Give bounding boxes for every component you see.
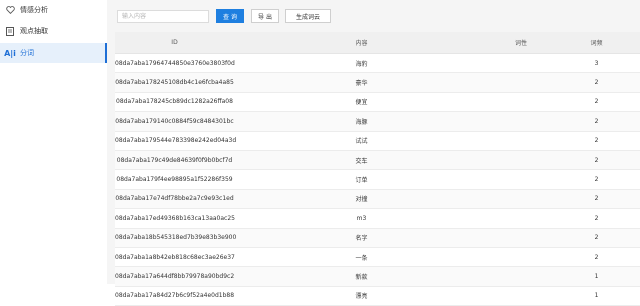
- cell-frequency: 2: [594, 117, 599, 125]
- table-row: 08da7aba1a8b42eb818c68ec3ae26e37 一条 2: [115, 247, 640, 268]
- cell-frequency: 2: [594, 214, 599, 222]
- main-content: 查 询 导 出 生成词云 ID 内容 词性 词频 08da7aba1796474…: [107, 0, 640, 306]
- cell-frequency: 2: [594, 79, 599, 87]
- search-input[interactable]: [117, 9, 209, 23]
- cell-id: 08da7aba17e74df78bbe2a7c9e93c1ed: [115, 195, 234, 203]
- sidebar-item-sentiment-analysis[interactable]: 情感分析: [0, 0, 107, 20]
- heart-icon: [2, 6, 18, 14]
- cell-frequency: 2: [594, 176, 599, 184]
- cell-content: 豪华: [355, 80, 368, 88]
- column-header-id: ID: [171, 39, 178, 46]
- table-row: 08da7aba17a84d27b6c9f52a4e0d1b88 漂亮 1: [115, 286, 640, 306]
- cell-content: 试试: [355, 138, 368, 146]
- table-header: ID 内容 词性 词频: [115, 32, 640, 54]
- cell-id: 08da7aba1a8b42eb818c68ec3ae26e37: [115, 253, 235, 261]
- cell-content: 对撞: [355, 196, 368, 204]
- generate-wordcloud-button[interactable]: 生成词云: [285, 9, 331, 23]
- column-header-property: 词性: [514, 40, 527, 47]
- table-row: 08da7aba178245108db4c1e6fcba4a85 豪华 2: [115, 73, 640, 93]
- document-icon: [2, 26, 18, 36]
- cell-frequency: 2: [594, 137, 599, 145]
- cell-id: 08da7aba17a84d27b6c9f52a4e0d1b88: [115, 292, 235, 300]
- cell-frequency: 2: [594, 98, 599, 106]
- sidebar-item-label: 分词: [20, 49, 34, 57]
- cell-content: 交车: [355, 157, 368, 165]
- cell-id: 08da7aba178245cb89dc1282a26ffa08: [116, 98, 233, 106]
- table-row: 08da7aba17964744850e3760e3803f0d 海豹 3: [115, 54, 640, 74]
- cell-frequency: 2: [594, 195, 599, 203]
- sidebar-item-word-segmentation[interactable]: A|i 分词: [0, 43, 107, 63]
- cell-content: 订单: [355, 177, 368, 185]
- cell-id: 08da7aba178245108db4c1e6fcba4a85: [115, 79, 234, 87]
- sidebar: 情感分析 观点抽取 A|i 分词: [0, 0, 108, 284]
- cell-content: 漂亮: [355, 293, 368, 301]
- cell-content: 名字: [355, 235, 368, 243]
- cell-frequency: 2: [594, 156, 599, 164]
- cell-frequency: 3: [594, 59, 599, 67]
- cell-content: 便宜: [355, 99, 368, 107]
- cell-frequency: 1: [594, 292, 599, 300]
- cell-id: 08da7aba17964744850e3760e3803f0d: [115, 59, 235, 67]
- table-row: 08da7aba179c49de84639f0f9b0bcf7d 交车 2: [115, 150, 640, 171]
- table-body: 08da7aba17964744850e3760e3803f0d 海豹 3 08da7…: [115, 54, 640, 306]
- sidebar-item-opinion-extraction[interactable]: 观点抽取: [0, 21, 107, 41]
- cell-id: 08da7aba179f4ee98895a1f52286f359: [116, 176, 233, 184]
- cell-content: 海豚: [355, 118, 368, 126]
- text-ai-icon: A|i: [4, 48, 16, 58]
- search-button[interactable]: 查 询: [216, 9, 244, 23]
- table-row: 08da7aba179544e783398e242ed04a3d 试试 2: [115, 131, 640, 151]
- cell-frequency: 1: [594, 272, 599, 280]
- table-row: 08da7aba17ed49368b163ca13aa0ac25 m3 2: [115, 209, 640, 229]
- cell-content: 海豹: [355, 60, 368, 68]
- cell-content: 新款: [355, 273, 368, 281]
- sidebar-item-label: 观点抽取: [20, 27, 48, 35]
- toolbar: 查 询 导 出 生成词云: [117, 9, 331, 23]
- cell-id: 08da7aba179c49de84639f0f9b0bcf7d: [116, 156, 233, 164]
- cell-id: 08da7aba179544e783398e242ed04a3d: [115, 137, 237, 145]
- cell-frequency: 2: [594, 253, 599, 261]
- table-row: 08da7aba18b545318ed7b39e83b3e900 名字 2: [115, 228, 640, 248]
- table-row: 08da7aba179f4ee98895a1f52286f359 订单 2: [115, 170, 640, 190]
- column-header-frequency: 词频: [590, 40, 603, 47]
- cell-id: 08da7aba17a644df8bb79978a90bd9c2: [115, 272, 235, 280]
- word-table: ID 内容 词性 词频 08da7aba17964744850e3760e380…: [115, 32, 640, 306]
- table-row: 08da7aba17e74df78bbe2a7c9e93c1ed 对撞 2: [115, 189, 640, 210]
- cell-content: 一条: [355, 254, 368, 262]
- table-row: 08da7aba179140c0884f59c8484301bc 海豚 2: [115, 112, 640, 132]
- export-button[interactable]: 导 出: [251, 9, 279, 23]
- cell-frequency: 2: [594, 234, 599, 242]
- sidebar-item-label: 情感分析: [20, 6, 48, 14]
- column-header-content: 内容: [355, 40, 368, 47]
- table-row: 08da7aba178245cb89dc1282a26ffa08 便宜 2: [115, 92, 640, 113]
- cell-id: 08da7aba179140c0884f59c8484301bc: [115, 117, 234, 125]
- cell-id: 08da7aba17ed49368b163ca13aa0ac25: [115, 214, 235, 222]
- cell-content: m3: [356, 214, 367, 222]
- cell-id: 08da7aba18b545318ed7b39e83b3e900: [115, 234, 237, 242]
